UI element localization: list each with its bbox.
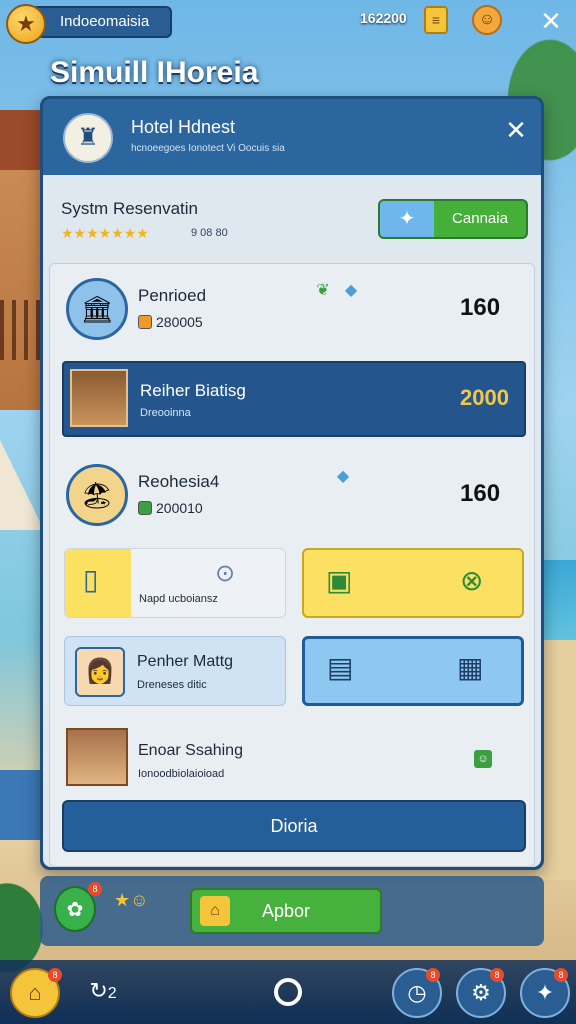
region-pill[interactable]: Indoeomaisia: [30, 6, 172, 38]
item-subtitle: 200010: [138, 500, 203, 516]
smile-icon: ☺: [474, 750, 492, 768]
list-item[interactable]: 🏛 Penrioed 280005 ❦ ◆ 160: [50, 264, 536, 360]
clock-badge: 8: [426, 968, 440, 982]
cash-mini-icon: [138, 501, 152, 515]
person-avatar: 👩: [75, 647, 125, 697]
home-badge: 8: [48, 968, 62, 982]
umbrella-background: [0, 440, 44, 530]
estate-title: Enoar Ssahing: [138, 742, 243, 759]
reservation-title: Systm Resenvatin: [61, 199, 198, 218]
estate-subtitle: Ionoodbiolaioioad: [138, 768, 225, 780]
item-price: 160: [460, 294, 501, 321]
gem-icon: ◆: [344, 282, 358, 299]
sparkle-icon: ✦: [380, 201, 434, 237]
gem-icon: ◆: [336, 468, 350, 485]
hotel-dialog: ♜ Hotel Hdnest hcnoeegoes Ionotect Vi Oo…: [40, 96, 544, 870]
item-title: Reiher Biatisg: [140, 381, 246, 400]
person-subtitle: Dreneses ditic: [137, 679, 207, 691]
hotel-name: Hotel Hdnest: [131, 117, 236, 137]
notification-badge: 8: [88, 882, 102, 896]
item-subtitle: 280005: [138, 314, 203, 330]
person-title: Penher Mattg: [137, 653, 234, 670]
center-circle-icon[interactable]: [274, 978, 302, 1006]
item-title: Reohesia4: [138, 472, 220, 491]
rating-stars: ★★★★★★★: [61, 225, 149, 241]
hotel-subtitle: hcnoeegoes Ionotect Vi Oocuis sia: [131, 143, 285, 154]
room-thumbnail: [70, 369, 128, 427]
hotel-logo-icon: ♜: [63, 113, 113, 163]
home-icon: ⌂: [200, 896, 230, 926]
hotel-building-icon: 🏛: [66, 278, 128, 340]
amenity-label: Napd ucboiansz: [139, 593, 218, 605]
star-badge: 8: [554, 968, 568, 982]
dialog-close-icon[interactable]: ✕: [501, 115, 531, 145]
camera-icon: ⊙: [215, 560, 236, 587]
pool-background: [0, 770, 44, 840]
apbor-button[interactable]: ⌂ Apbor: [190, 888, 382, 934]
item-price: 2000: [460, 385, 509, 410]
action-strip: ✿ 8 ★☺ ⌂ Apbor: [40, 876, 544, 946]
cannala-button[interactable]: ✦ Cannaia: [378, 199, 528, 239]
list-item[interactable]: Enoar Ssahing Ionoodbiolaioioad ☺: [50, 720, 536, 796]
amenity-card[interactable]: ▯ ⊙ Napd ucboiansz: [64, 548, 286, 618]
hut-railing-background: [0, 300, 45, 360]
list-item[interactable]: 🏖 Reohesia4 200010 ◆ 160: [50, 450, 536, 546]
item-title: Penrioed: [138, 286, 207, 305]
cannala-label: Cannaia: [452, 210, 508, 227]
rating-count: 9 08 80: [191, 227, 228, 239]
reservation-list: 🏛 Penrioed 280005 ❦ ◆ 160 Reiher Biatisg…: [49, 263, 535, 867]
top-bar: Indoeomaisia ★ 162200 ≡ ☺ ✕: [0, 0, 576, 44]
document-icon: ▦: [457, 652, 484, 683]
emoji-face-icon[interactable]: ☺: [472, 5, 502, 35]
phone-icon: ▯: [83, 564, 99, 595]
staff-card[interactable]: 👩 Penher Mattg Dreneses ditic: [64, 636, 286, 706]
settings-badge: 8: [490, 968, 504, 982]
basket-icon: ▤: [327, 652, 354, 683]
dialog-header: ♜ Hotel Hdnest hcnoeegoes Ionotect Vi Oo…: [43, 99, 541, 175]
laundry-card[interactable]: ▤ ▦: [302, 636, 524, 706]
app-title: Simuill IHoreia: [50, 56, 259, 89]
item-price: 160: [460, 480, 501, 507]
list-item-selected[interactable]: Reiher Biatisg Dreooinna 2000: [62, 361, 526, 437]
bottom-nav: ⌂ 8 ↻2 ◷ 8 ⚙ 8 ✦ 8: [0, 960, 576, 1024]
leaf-icon: ❦: [316, 282, 330, 299]
star-badge-icon[interactable]: ★: [6, 4, 46, 44]
estate-thumbnail: [66, 728, 128, 786]
close-icon[interactable]: ✕: [536, 6, 566, 36]
page-label: 2: [107, 985, 117, 1002]
page-nav-icon[interactable]: ↻2: [78, 968, 128, 1018]
bonus-icons[interactable]: ★☺: [114, 890, 149, 911]
apbor-label: Apbor: [261, 901, 311, 921]
ledger-icon[interactable]: ≡: [424, 6, 448, 34]
dioria-button[interactable]: Dioria: [62, 800, 526, 852]
crate-icon: ▣: [326, 565, 353, 596]
beach-icon: 🏖: [66, 464, 128, 526]
dialog-body: Systm Resenvatin ★★★★★★★ 9 08 80 ✦ Canna…: [43, 175, 541, 867]
coin-counter: 162200: [360, 10, 407, 26]
storage-card[interactable]: ▣ ⊗: [302, 548, 524, 618]
target-icon: ⊗: [460, 565, 484, 596]
coin-mini-icon: [138, 315, 152, 329]
item-subtitle: Dreooinna: [140, 407, 191, 419]
